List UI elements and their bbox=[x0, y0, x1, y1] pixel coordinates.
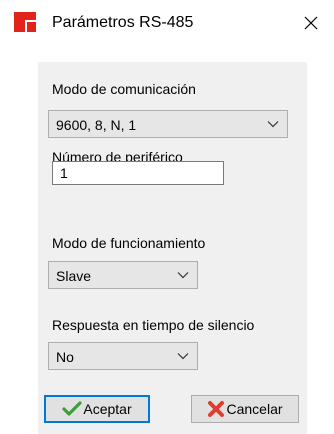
chevron-down-icon bbox=[177, 272, 189, 279]
cancel-button[interactable]: Cancelar bbox=[191, 395, 299, 423]
silence-response-value: No bbox=[56, 349, 74, 365]
comm-mode-value: 9600, 8, N, 1 bbox=[56, 117, 137, 133]
chevron-down-icon bbox=[267, 121, 279, 128]
silence-response-label: Respuesta en tiempo de silencio bbox=[52, 317, 255, 333]
operating-mode-select[interactable]: Slave bbox=[48, 261, 198, 289]
comm-mode-label: Modo de comunicación bbox=[52, 81, 196, 97]
app-logo-icon bbox=[14, 12, 36, 32]
cross-icon bbox=[208, 401, 225, 417]
close-icon bbox=[304, 16, 318, 30]
accept-button-label: Aceptar bbox=[83, 401, 132, 417]
cancel-button-label: Cancelar bbox=[226, 401, 283, 417]
peripheral-number-input[interactable] bbox=[53, 162, 223, 184]
comm-mode-select[interactable]: 9600, 8, N, 1 bbox=[48, 110, 288, 138]
operating-mode-value: Slave bbox=[56, 268, 92, 284]
title-bar: Parámetros RS-485 bbox=[0, 0, 334, 46]
operating-mode-label: Modo de funcionamiento bbox=[52, 235, 206, 251]
window-title: Parámetros RS-485 bbox=[52, 14, 194, 31]
chevron-down-icon bbox=[177, 353, 189, 360]
accept-button[interactable]: Aceptar bbox=[44, 395, 150, 423]
close-button[interactable] bbox=[288, 0, 334, 46]
peripheral-number-field[interactable] bbox=[52, 161, 224, 185]
check-icon bbox=[62, 401, 82, 416]
silence-response-select[interactable]: No bbox=[48, 342, 198, 370]
